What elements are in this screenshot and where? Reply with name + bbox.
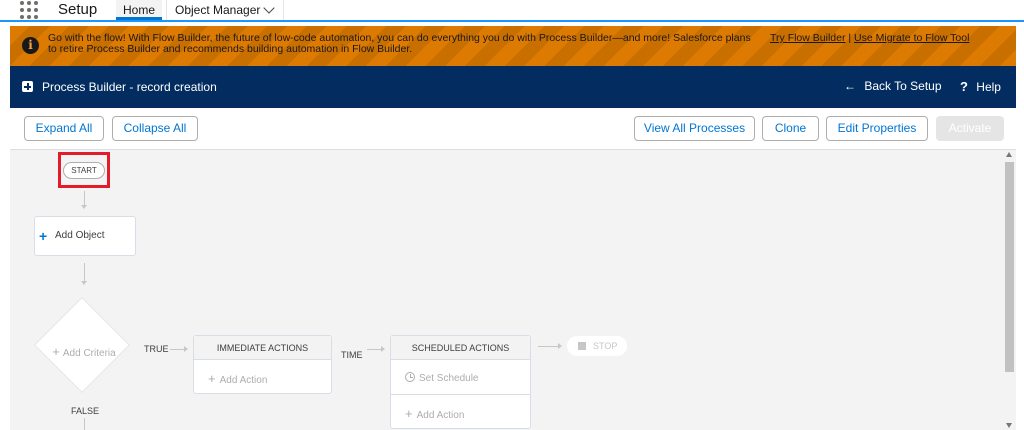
scheduled-actions-title: SCHEDULED ACTIONS [391, 336, 530, 360]
collapse-all-button[interactable]: Collapse All [112, 116, 198, 141]
info-icon: i [22, 37, 39, 54]
set-schedule-row[interactable]: Set Schedule [391, 371, 530, 384]
back-to-setup-link[interactable]: ← Back To Setup [844, 79, 942, 93]
scheduled-add-action[interactable]: + Add Action [391, 406, 530, 421]
process-header: Process Builder - record creation ← Back… [10, 66, 1016, 108]
connector-stop [538, 346, 558, 347]
immediate-add-action[interactable]: + Add Action [194, 371, 331, 386]
scroll-up-icon[interactable] [1006, 152, 1012, 157]
process-builder-icon [22, 81, 33, 92]
process-canvas: START + Add Object + Add Criteria TRUE IM… [10, 150, 1003, 430]
migrate-to-flow-link[interactable]: Use Migrate to Flow Tool [854, 32, 969, 44]
add-criteria-node[interactable]: + Add Criteria [34, 344, 134, 359]
banner-message: Go with the flow! With Flow Builder, the… [48, 32, 751, 55]
connector-false [84, 418, 85, 430]
stop-node: STOP [567, 336, 627, 356]
plus-icon: + [405, 406, 413, 421]
help-link[interactable]: ? Help [960, 79, 1001, 94]
arrow-left-icon: ← [844, 79, 856, 93]
immediate-actions-box: IMMEDIATE ACTIONS + Add Action [193, 335, 332, 394]
plus-icon: + [208, 371, 216, 386]
tab-home[interactable]: Home [116, 0, 162, 20]
scroll-thumb[interactable] [1005, 162, 1014, 372]
question-icon: ? [960, 79, 968, 94]
process-title: Process Builder - record creation [42, 80, 217, 94]
connector-true [170, 349, 184, 350]
help-label: Help [976, 80, 1001, 94]
back-to-setup-label: Back To Setup [864, 79, 942, 93]
immediate-actions-title: IMMEDIATE ACTIONS [194, 336, 331, 360]
banner-link-separator: | [848, 32, 852, 44]
scheduled-divider [391, 394, 530, 395]
expand-all-button[interactable]: Expand All [24, 116, 104, 141]
start-node[interactable]: START [63, 162, 105, 179]
connector-object-criteria [84, 263, 85, 281]
plus-icon: + [52, 344, 60, 359]
arrow-right-icon [558, 343, 562, 349]
app-name: Setup [58, 1, 98, 18]
retirement-banner: i Go with the flow! With Flow Builder, t… [10, 26, 1016, 66]
tab-object-manager-label: Object Manager [175, 3, 261, 17]
banner-links: Try Flow Builder | Use Migrate to Flow T… [770, 33, 969, 44]
arrow-right-icon [184, 346, 188, 352]
plus-icon: + [39, 228, 48, 244]
stop-label: STOP [593, 341, 618, 351]
stop-icon [578, 342, 586, 350]
edit-properties-button[interactable]: Edit Properties [826, 116, 928, 141]
connector-time [367, 349, 381, 350]
true-label: TRUE [144, 344, 169, 354]
scheduled-actions-box: SCHEDULED ACTIONS Set Schedule + Add Acti… [390, 335, 531, 429]
app-launcher-icon[interactable] [20, 1, 38, 19]
tab-object-manager[interactable]: Object Manager [166, 0, 284, 20]
set-schedule-label: Set Schedule [419, 373, 479, 384]
scroll-down-icon[interactable] [1006, 423, 1012, 428]
arrow-down-icon [81, 281, 87, 285]
clone-button[interactable]: Clone [762, 116, 819, 141]
immediate-add-action-label: Add Action [219, 375, 268, 386]
add-criteria-label: Add Criteria [62, 348, 116, 359]
view-all-processes-button[interactable]: View All Processes [634, 116, 755, 141]
scheduled-add-action-label: Add Action [416, 410, 465, 421]
arrow-right-icon [381, 346, 385, 352]
arrow-down-icon [81, 205, 87, 209]
add-object-node[interactable]: + Add Object [34, 216, 136, 256]
toolbar: Expand All Collapse All View All Process… [10, 108, 1016, 150]
try-flow-builder-link[interactable]: Try Flow Builder [770, 32, 845, 44]
connector-start-object [84, 191, 85, 205]
chevron-down-icon[interactable] [263, 2, 275, 14]
canvas-scrollbar[interactable] [1003, 150, 1016, 430]
activate-button[interactable]: Activate [936, 116, 1004, 141]
false-label: FALSE [71, 406, 100, 416]
time-label: TIME [341, 350, 363, 360]
clock-icon [405, 372, 415, 382]
global-nav: Setup Home Object Manager [0, 0, 1024, 22]
add-object-label: Add Object [55, 230, 105, 241]
